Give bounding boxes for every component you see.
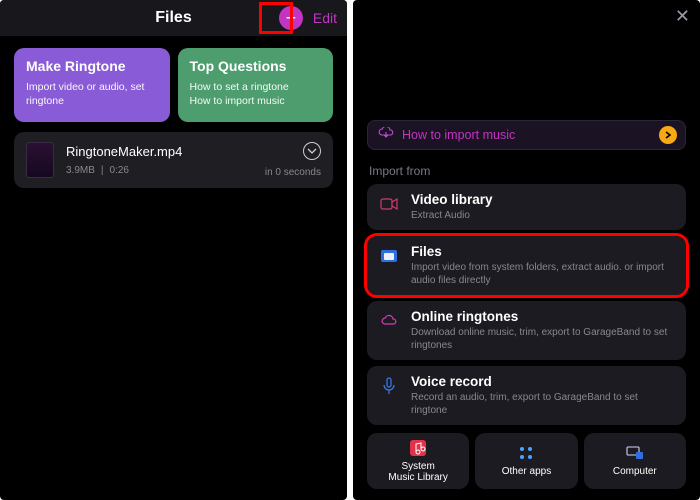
card-body: Import video or audio, set ringtone [26, 80, 158, 108]
page-title: Files [155, 9, 191, 27]
edit-button[interactable]: Edit [313, 10, 337, 26]
apps-grid-icon [517, 444, 535, 462]
chevron-right-icon [664, 131, 672, 139]
microphone-icon [379, 376, 399, 396]
option-online-ringtones[interactable]: Online ringtones Download online music, … [367, 301, 686, 360]
banner-go-button[interactable] [659, 126, 677, 144]
tile-computer[interactable]: Computer [584, 433, 686, 489]
tile-system-music[interactable]: System Music Library [367, 433, 469, 489]
file-row[interactable]: RingtoneMaker.mp4 3.9MB | 0:26 in 0 seco… [14, 132, 333, 188]
file-sep: | [101, 165, 104, 176]
cloud-music-icon [379, 311, 399, 331]
file-thumbnail [26, 142, 54, 178]
option-desc: Extract Audio [411, 209, 493, 222]
cloud-download-icon [378, 126, 394, 144]
music-app-icon [409, 439, 427, 457]
close-button[interactable]: ✕ [675, 6, 690, 27]
option-video-library[interactable]: Video library Extract Audio [367, 184, 686, 230]
expand-button[interactable] [303, 142, 321, 160]
card-title: Make Ringtone [26, 58, 158, 74]
option-files[interactable]: Files Import video from system folders, … [367, 236, 686, 295]
video-icon [379, 194, 399, 214]
section-label: Import from [369, 164, 684, 178]
screen-files: Files + Edit Make Ringtone Import video … [0, 0, 347, 500]
file-duration: 0:26 [110, 165, 129, 176]
banner-text: How to import music [402, 128, 651, 142]
card-title: Top Questions [190, 58, 322, 74]
card-body: How to set a ringtone How to import musi… [190, 80, 322, 108]
plus-icon: + [286, 9, 297, 27]
option-title: Voice record [411, 374, 674, 389]
option-title: Online ringtones [411, 309, 674, 324]
add-button[interactable]: + [279, 6, 303, 30]
option-title: Files [411, 244, 674, 259]
option-title: Video library [411, 192, 493, 207]
nav-bar: Files + Edit [0, 0, 347, 36]
computer-icon [626, 444, 644, 462]
option-desc: Download online music, trim, export to G… [411, 326, 674, 352]
tile-label: Computer [613, 466, 657, 478]
folder-icon [379, 246, 399, 266]
card-make-ringtone[interactable]: Make Ringtone Import video or audio, set… [14, 48, 170, 122]
file-age: in 0 seconds [265, 167, 321, 178]
screen-import-sheet: ✕ How to import music Import from Video … [353, 0, 700, 500]
tile-label: System Music Library [388, 461, 447, 484]
file-size: 3.9MB [66, 165, 95, 176]
option-desc: Import video from system folders, extrac… [411, 261, 674, 287]
close-icon: ✕ [675, 6, 690, 26]
option-desc: Record an audio, trim, export to GarageB… [411, 391, 674, 417]
option-voice-record[interactable]: Voice record Record an audio, trim, expo… [367, 366, 686, 425]
banner-how-to-import[interactable]: How to import music [367, 120, 686, 150]
card-top-questions[interactable]: Top Questions How to set a ringtone How … [178, 48, 334, 122]
chevron-down-icon [307, 148, 317, 154]
tile-label: Other apps [502, 466, 551, 478]
tile-other-apps[interactable]: Other apps [475, 433, 577, 489]
